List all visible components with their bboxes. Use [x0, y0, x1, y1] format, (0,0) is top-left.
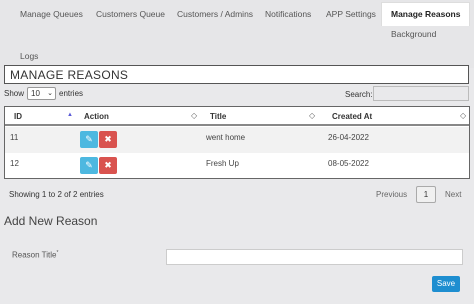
cell-created: 08-05-2022 — [328, 159, 369, 168]
search-input[interactable] — [373, 86, 469, 101]
sort-icon[interactable]: ◇ — [309, 111, 315, 120]
table-row: 12 ✎ ✖ Fresh Up 08-05-2022 — [5, 153, 469, 179]
page-title: MANAGE REASONS — [10, 68, 129, 82]
entries-select[interactable]: 10 ⌄ — [27, 87, 57, 100]
col-header-title[interactable]: Title — [210, 112, 226, 121]
table-header: ID ▲ Action ◇ Title ◇ Created At ◇ — [5, 107, 469, 126]
save-button[interactable]: Save — [432, 276, 460, 292]
sort-icon[interactable]: ◇ — [460, 111, 466, 120]
tab-logs[interactable]: Logs — [20, 51, 38, 61]
tab-app-settings[interactable]: APP Settings — [326, 9, 376, 19]
edit-button[interactable]: ✎ — [80, 131, 98, 148]
page-title-box: MANAGE REASONS — [4, 65, 469, 84]
cell-id: 12 — [10, 159, 19, 168]
pencil-icon: ✎ — [85, 160, 93, 170]
x-icon: ✖ — [104, 160, 112, 170]
x-icon: ✖ — [104, 134, 112, 144]
reason-title-label-text: Reason Title — [12, 250, 57, 260]
reason-title-label: Reason Title* — [12, 250, 58, 260]
previous-button[interactable]: Previous — [376, 190, 407, 199]
cell-title: went home — [206, 133, 246, 142]
sort-icon[interactable]: ◇ — [191, 111, 197, 120]
tab-background[interactable]: Background — [391, 29, 436, 39]
show-label: Show — [4, 89, 25, 98]
cell-id: 11 — [10, 133, 19, 142]
next-button[interactable]: Next — [445, 190, 461, 199]
entries-select-value: 10 — [31, 89, 40, 98]
pencil-icon: ✎ — [85, 134, 93, 144]
table-info: Showing 1 to 2 of 2 entries — [9, 190, 104, 199]
length-control: Show 10 ⌄ entries — [4, 87, 83, 100]
add-reason-title: Add New Reason — [4, 214, 98, 228]
delete-button[interactable]: ✖ — [99, 157, 117, 174]
col-header-created[interactable]: Created At — [332, 112, 372, 121]
tab-manage-queues[interactable]: Manage Queues — [20, 9, 83, 19]
nav-tabs: Manage Queues Customers Queue Customers … — [0, 0, 474, 68]
chevron-down-icon: ⌄ — [47, 90, 54, 97]
required-mark: * — [56, 250, 59, 256]
reasons-table: ID ▲ Action ◇ Title ◇ Created At ◇ 11 ✎ … — [4, 106, 470, 179]
col-header-action[interactable]: Action — [84, 112, 109, 121]
col-header-id[interactable]: ID — [14, 112, 22, 121]
search-label: Search: — [345, 90, 373, 99]
tab-notifications[interactable]: Notifications — [265, 9, 311, 19]
edit-button[interactable]: ✎ — [80, 157, 98, 174]
tab-customers-queue[interactable]: Customers Queue — [96, 9, 165, 19]
cell-title: Fresh Up — [206, 159, 239, 168]
reason-title-input[interactable] — [166, 249, 463, 265]
tab-customers-admins[interactable]: Customers / Admins — [177, 9, 253, 19]
delete-button[interactable]: ✖ — [99, 131, 117, 148]
table-row: 11 ✎ ✖ went home 26-04-2022 — [5, 127, 469, 153]
cell-created: 26-04-2022 — [328, 133, 369, 142]
sort-asc-icon[interactable]: ▲ — [67, 112, 73, 118]
tab-manage-reasons[interactable]: Manage Reasons — [381, 2, 471, 26]
page-1-button[interactable]: 1 — [416, 186, 436, 203]
entries-label: entries — [59, 89, 84, 98]
